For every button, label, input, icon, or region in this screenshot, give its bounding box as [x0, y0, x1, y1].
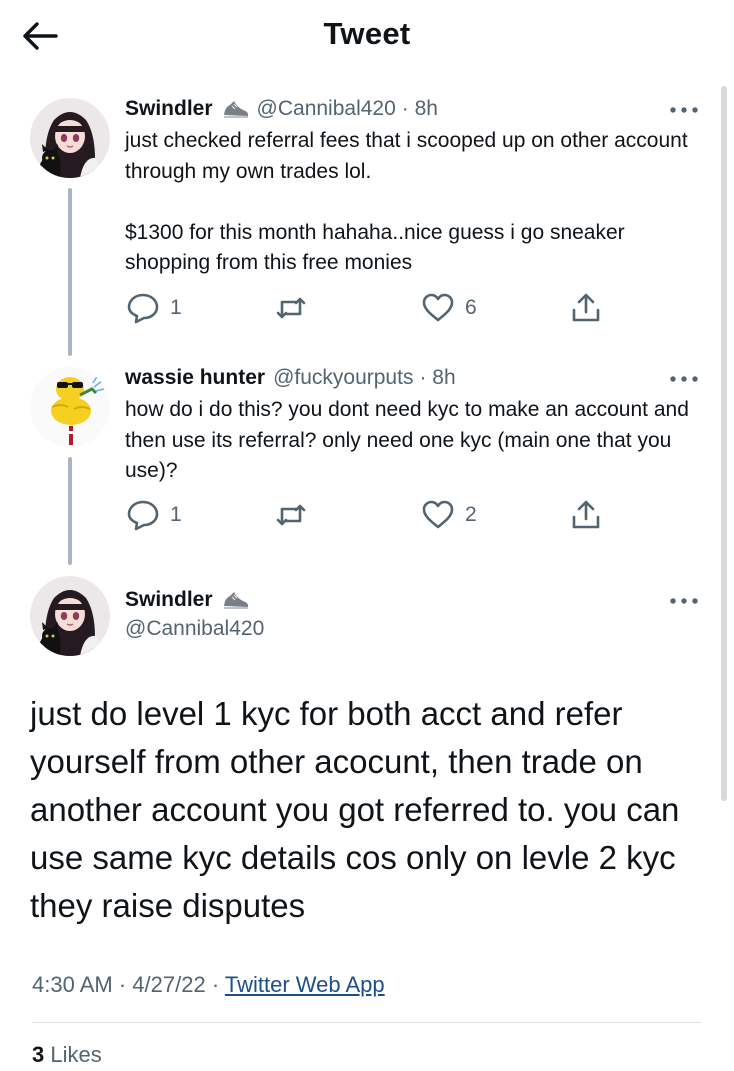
- tweet-header: wassie hunter @fuckyourputs · 8h: [125, 366, 456, 390]
- more-dots-icon: [670, 376, 698, 382]
- tweet-handle-row: @Cannibal420: [125, 617, 264, 641]
- tweet-text: just checked referral fees that i scoope…: [125, 129, 688, 274]
- likes-label: Likes: [50, 1042, 102, 1067]
- likes-summary[interactable]: 3 Likes: [32, 1042, 102, 1068]
- retweet-icon: [276, 297, 306, 319]
- divider: [32, 1022, 702, 1023]
- avatar[interactable]: [30, 98, 110, 178]
- tweet-header: Swindler: [125, 588, 257, 612]
- share-button[interactable]: [569, 291, 603, 325]
- sneaker-icon: [221, 588, 251, 612]
- tweet-text: how do i do this? you dont need kyc to m…: [125, 398, 689, 482]
- likes-count: 3: [32, 1042, 45, 1067]
- more-options-button[interactable]: [667, 100, 701, 120]
- user-handle[interactable]: @Cannibal420: [125, 617, 264, 641]
- heart-icon: [422, 293, 454, 322]
- source-app-link[interactable]: Twitter Web App: [225, 972, 385, 997]
- page-title: Tweet: [323, 16, 411, 51]
- reply-bubble-icon: [127, 293, 159, 324]
- share-button[interactable]: [569, 498, 603, 532]
- top-bar: Tweet: [0, 0, 734, 72]
- user-handle[interactable]: @Cannibal420: [257, 97, 396, 121]
- heart-icon: [422, 500, 454, 529]
- tweet-time[interactable]: · 8h: [419, 366, 455, 390]
- avatar[interactable]: [30, 576, 110, 656]
- reply-button[interactable]: 1: [126, 498, 182, 532]
- thread-connector: [68, 457, 72, 565]
- display-name[interactable]: wassie hunter: [125, 366, 265, 390]
- reply-count: 1: [170, 503, 182, 526]
- retweet-button[interactable]: [274, 498, 308, 532]
- share-icon: [572, 293, 600, 322]
- share-icon: [572, 500, 600, 529]
- retweet-button[interactable]: [274, 291, 308, 325]
- tweet-date[interactable]: 4/27/22: [132, 972, 205, 997]
- more-options-button[interactable]: [667, 591, 701, 611]
- tweet-header: Swindler @Cannibal420 · 8h: [125, 97, 438, 121]
- reply-button[interactable]: 1: [126, 291, 182, 325]
- retweet-icon: [276, 504, 306, 526]
- tweet-time[interactable]: 4:30 AM: [32, 972, 113, 997]
- display-name[interactable]: Swindler: [125, 588, 213, 612]
- more-dots-icon: [670, 598, 698, 604]
- avatar[interactable]: [30, 367, 110, 447]
- like-count: 2: [465, 503, 477, 526]
- reply-bubble-icon: [127, 500, 159, 531]
- reply-count: 1: [170, 296, 182, 319]
- tweet-timestamp: 4:30 AM · 4/27/22 · Twitter Web App: [32, 972, 385, 997]
- like-button[interactable]: 6: [421, 291, 477, 325]
- like-count: 6: [465, 296, 477, 319]
- thread-connector: [68, 188, 72, 356]
- display-name[interactable]: Swindler: [125, 97, 213, 121]
- like-button[interactable]: 2: [421, 498, 477, 532]
- scrollbar[interactable]: [721, 86, 727, 801]
- main-tweet-text: just do level 1 kyc for both acct and re…: [30, 695, 680, 924]
- user-handle[interactable]: @fuckyourputs: [273, 366, 413, 390]
- more-options-button[interactable]: [667, 369, 701, 389]
- more-dots-icon: [670, 107, 698, 113]
- tweet-time[interactable]: · 8h: [402, 97, 438, 121]
- sneaker-icon: [221, 97, 251, 121]
